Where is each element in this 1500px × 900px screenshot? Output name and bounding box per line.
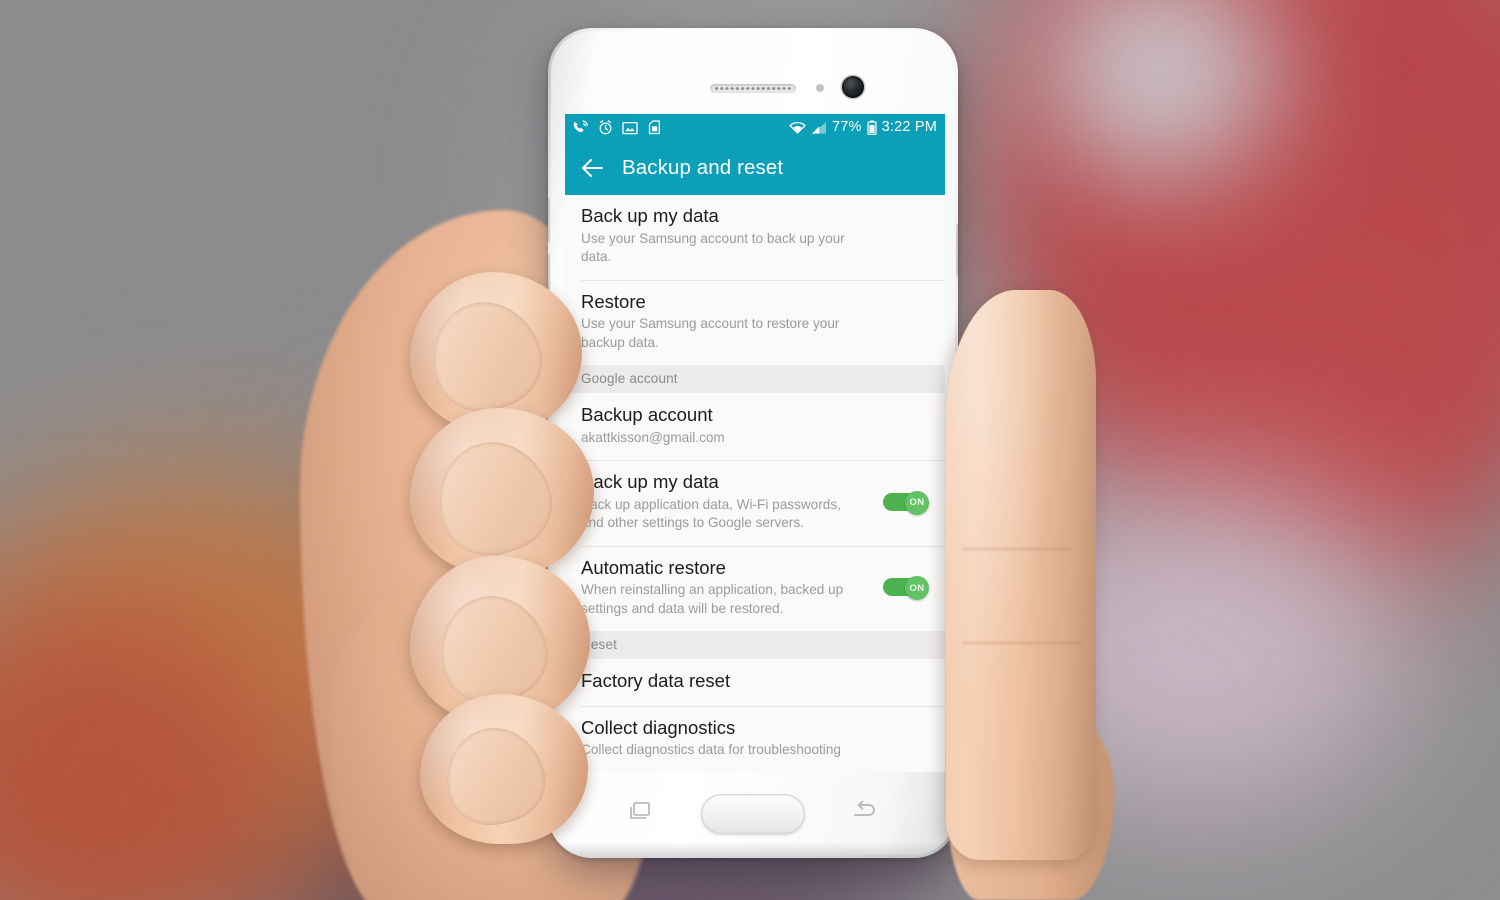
row-backup-account[interactable]: Backup account akattkisson@gmail.com bbox=[565, 393, 945, 461]
sim-data-icon bbox=[648, 120, 660, 135]
row-title: Automatic restore bbox=[581, 556, 726, 578]
row-text: Restore Use your Samsung account to rest… bbox=[581, 291, 929, 353]
row-text: Collect diagnostics Collect diagnostics … bbox=[581, 717, 929, 760]
row-restore-samsung[interactable]: Restore Use your Samsung account to rest… bbox=[565, 279, 945, 366]
signal-bars-icon bbox=[811, 121, 826, 134]
row-subtitle: Collect diagnostics data for troubleshoo… bbox=[581, 742, 841, 758]
proximity-sensor bbox=[816, 84, 824, 92]
section-google-account: Google account bbox=[565, 365, 945, 394]
toggle-knob[interactable]: ON bbox=[905, 576, 929, 601]
thumb-crease bbox=[962, 642, 1082, 644]
row-text: Back up my data Use your Samsung account… bbox=[581, 205, 929, 267]
row-text: Back up my data Back up application data… bbox=[581, 471, 875, 533]
alarm-icon bbox=[599, 120, 612, 135]
toggle-automatic-restore[interactable]: ON bbox=[883, 576, 929, 601]
back-arrow-icon[interactable] bbox=[579, 155, 605, 181]
finger-thumb bbox=[946, 290, 1096, 860]
volume-up-button[interactable] bbox=[548, 198, 550, 242]
page-title: Backup and reset bbox=[622, 156, 784, 179]
row-collect-diagnostics[interactable]: Collect diagnostics Collect diagnostics … bbox=[565, 705, 945, 772]
row-title: Back up my data bbox=[581, 205, 719, 226]
status-bar-right-icons: 77% 3:22 PM bbox=[789, 120, 937, 135]
battery-icon bbox=[866, 120, 877, 135]
recents-icon[interactable] bbox=[626, 798, 656, 824]
row-title: Restore bbox=[581, 290, 646, 312]
toggle-knob[interactable]: ON bbox=[905, 490, 929, 515]
earpiece-speaker bbox=[710, 84, 796, 93]
row-subtitle: Use your Samsung account to back up your… bbox=[581, 230, 845, 265]
row-backup-google[interactable]: Back up my data Back up application data… bbox=[565, 460, 945, 546]
row-automatic-restore[interactable]: Automatic restore When reinstalling an a… bbox=[565, 545, 945, 632]
row-title: Factory data reset bbox=[581, 670, 731, 692]
power-button[interactable] bbox=[956, 224, 958, 276]
row-subtitle: akattkisson@gmail.com bbox=[581, 429, 725, 445]
row-text: Factory data reset bbox=[581, 670, 929, 693]
row-backup-samsung[interactable]: Back up my data Use your Samsung account… bbox=[565, 195, 945, 280]
status-bar-left-icons bbox=[572, 120, 662, 135]
phone-bottom-edge bbox=[548, 842, 958, 858]
thumb-crease bbox=[962, 548, 1070, 550]
row-title: Back up my data bbox=[581, 471, 719, 493]
row-subtitle: When reinstalling an application, backed… bbox=[581, 582, 844, 616]
fingernail bbox=[424, 428, 564, 568]
row-factory-data-reset[interactable]: Factory data reset bbox=[565, 659, 945, 706]
status-bar: 77% 3:22 PM bbox=[565, 114, 945, 141]
row-title: Collect diagnostics bbox=[581, 716, 736, 738]
home-button[interactable] bbox=[701, 794, 805, 834]
screenshot-icon bbox=[622, 121, 638, 134]
settings-list[interactable]: Back up my data Use your Samsung account… bbox=[565, 195, 945, 772]
row-subtitle: Use your Samsung account to restore your… bbox=[581, 316, 840, 350]
wifi-icon bbox=[789, 121, 806, 134]
finger-middle bbox=[410, 408, 594, 576]
clock-label: 3:22 PM bbox=[881, 119, 937, 136]
row-subtitle: Back up application data, Wi-Fi password… bbox=[581, 496, 841, 531]
finger-pinky bbox=[420, 694, 588, 844]
row-text: Automatic restore When reinstalling an a… bbox=[581, 557, 875, 619]
phone-screen: 77% 3:22 PM Backup and reset Back up my … bbox=[565, 114, 945, 772]
wifi-calling-icon bbox=[573, 120, 588, 133]
back-icon[interactable] bbox=[850, 798, 880, 824]
action-bar: Backup and reset bbox=[565, 141, 945, 195]
fingernail bbox=[437, 718, 553, 834]
toggle-backup-google[interactable]: ON bbox=[883, 490, 929, 515]
front-camera bbox=[842, 76, 864, 98]
battery-percent-label: 77% bbox=[831, 119, 862, 136]
row-title: Backup account bbox=[581, 404, 713, 426]
row-text: Backup account akattkisson@gmail.com bbox=[581, 404, 929, 447]
phone-device: 77% 3:22 PM Backup and reset Back up my … bbox=[548, 28, 958, 858]
section-reset: Reset bbox=[565, 631, 945, 660]
screenshot-scene: 77% 3:22 PM Backup and reset Back up my … bbox=[0, 0, 1500, 900]
earpiece-grille bbox=[714, 86, 792, 91]
fingernail bbox=[417, 287, 555, 425]
